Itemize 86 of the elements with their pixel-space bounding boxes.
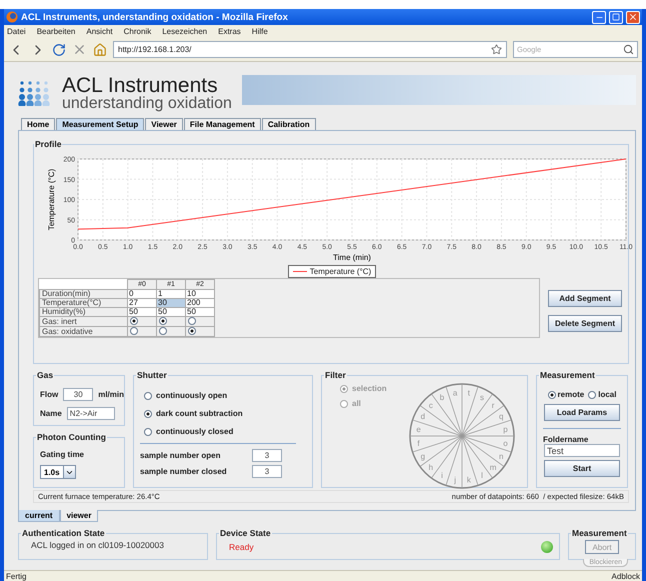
home-icon[interactable]	[93, 42, 107, 56]
minimize-button[interactable]	[592, 10, 606, 24]
tab[interactable]: File Management	[184, 118, 261, 130]
menu-item[interactable]: Ansicht	[86, 27, 113, 36]
radio-button[interactable]	[159, 327, 167, 335]
group-title: Device State	[219, 528, 272, 538]
address-text: http://192.168.1.203/	[118, 45, 192, 54]
option-label: remote	[558, 390, 584, 399]
tab[interactable]: viewer	[60, 510, 98, 522]
logo-name: ACL Instruments	[62, 74, 218, 96]
menu-item[interactable]: Lesezeichen	[162, 27, 208, 36]
flow-field[interactable]: 30	[63, 388, 94, 401]
device-status-text: Ready	[229, 542, 254, 552]
menu-item[interactable]: Extras	[218, 27, 241, 36]
menu-item[interactable]: Chronik	[124, 27, 152, 36]
menu-item[interactable]: Hilfe	[252, 27, 268, 36]
radio-button[interactable]	[159, 317, 167, 325]
radio-button[interactable]	[144, 410, 152, 418]
name-field[interactable]: N2->Air	[66, 407, 115, 420]
option-label: dark count subtraction	[156, 409, 243, 418]
radio-button[interactable]	[130, 327, 138, 335]
radio-button[interactable]	[144, 428, 152, 436]
auth-text: ACL logged in on cl0109-10020003	[31, 540, 164, 550]
group-title: Measurement	[539, 370, 596, 380]
segment-button[interactable]: Delete Segment	[548, 315, 622, 332]
option-label: all	[352, 399, 361, 408]
row-header: Gas: inert	[40, 316, 128, 326]
group-title: Filter	[324, 370, 347, 380]
group-title: Shutter	[136, 370, 168, 380]
stop-icon[interactable]	[72, 42, 87, 57]
status-text: Fertig	[6, 572, 26, 580]
radio-button[interactable]	[188, 327, 196, 335]
field-label: sample number closed	[140, 467, 227, 476]
radio-button[interactable]	[588, 390, 596, 398]
close-button[interactable]	[626, 10, 640, 24]
radio-button[interactable]	[548, 390, 556, 398]
tab[interactable]: Calibration	[262, 118, 316, 130]
unit-label: ml/min	[98, 390, 124, 399]
group-title: Measurement	[571, 528, 628, 538]
group-title: Profile	[34, 139, 62, 149]
tab[interactable]: Home	[21, 118, 56, 130]
adblock-label: Adblock	[612, 572, 640, 580]
maximize-button[interactable]	[609, 10, 623, 24]
number-field[interactable]: 3	[252, 465, 282, 478]
option-label: selection	[352, 384, 387, 393]
axis-title: Temperature (°C)	[47, 168, 56, 230]
foldername-field[interactable]: Test	[544, 444, 620, 457]
group-title: Photon Counting	[36, 432, 107, 442]
tab[interactable]: Viewer	[145, 118, 183, 130]
tab[interactable]: current	[18, 510, 60, 522]
logo-tagline: understanding oxidation	[62, 96, 232, 112]
field-label: Flow	[40, 390, 58, 399]
number-field[interactable]: 3	[252, 449, 282, 462]
group-title: Authentication State	[21, 528, 106, 538]
row-header: Duration(min)	[40, 290, 128, 298]
legend-label: Temperature (°C)	[310, 267, 372, 276]
segment-button[interactable]: Add Segment	[548, 290, 622, 307]
bookmark-star-icon[interactable]	[491, 44, 502, 55]
field-label: Foldername	[543, 435, 588, 444]
menu-item[interactable]: Datei	[7, 27, 26, 36]
radio-button[interactable]	[144, 392, 152, 400]
legend-line-icon	[292, 271, 307, 272]
option-label: local	[598, 390, 616, 399]
logo-dots-icon	[18, 80, 52, 106]
option-label: continuously open	[156, 391, 228, 400]
tab[interactable]: Measurement Setup	[56, 118, 144, 130]
reload-icon[interactable]	[52, 42, 66, 56]
field-label: sample number open	[140, 451, 220, 460]
radio-button[interactable]	[130, 317, 138, 325]
close-icon	[628, 12, 638, 22]
search-icon[interactable]	[623, 44, 634, 55]
load-params-button[interactable]: Load Params	[544, 404, 620, 421]
window-title: ACL Instruments, understanding oxidation - Mozilla Firefox	[21, 12, 289, 22]
field-label: Name	[40, 409, 62, 418]
browser-logo-icon	[6, 11, 18, 23]
field-label: Gating time	[40, 450, 84, 459]
row-header: Gas: oxidative	[40, 326, 128, 336]
maximize-icon	[612, 13, 620, 21]
start-button[interactable]: Start	[544, 460, 620, 477]
gating-time-dropdown[interactable]: 1.0s	[40, 465, 76, 479]
option-label: continuously closed	[156, 427, 234, 436]
group-title: Gas	[36, 370, 54, 380]
menu-item[interactable]: Bearbeiten	[36, 27, 76, 36]
axis-title: Time (min)	[333, 253, 371, 262]
address-field[interactable]: http://192.168.1.203/	[113, 41, 507, 58]
radio-button[interactable]	[188, 317, 196, 325]
